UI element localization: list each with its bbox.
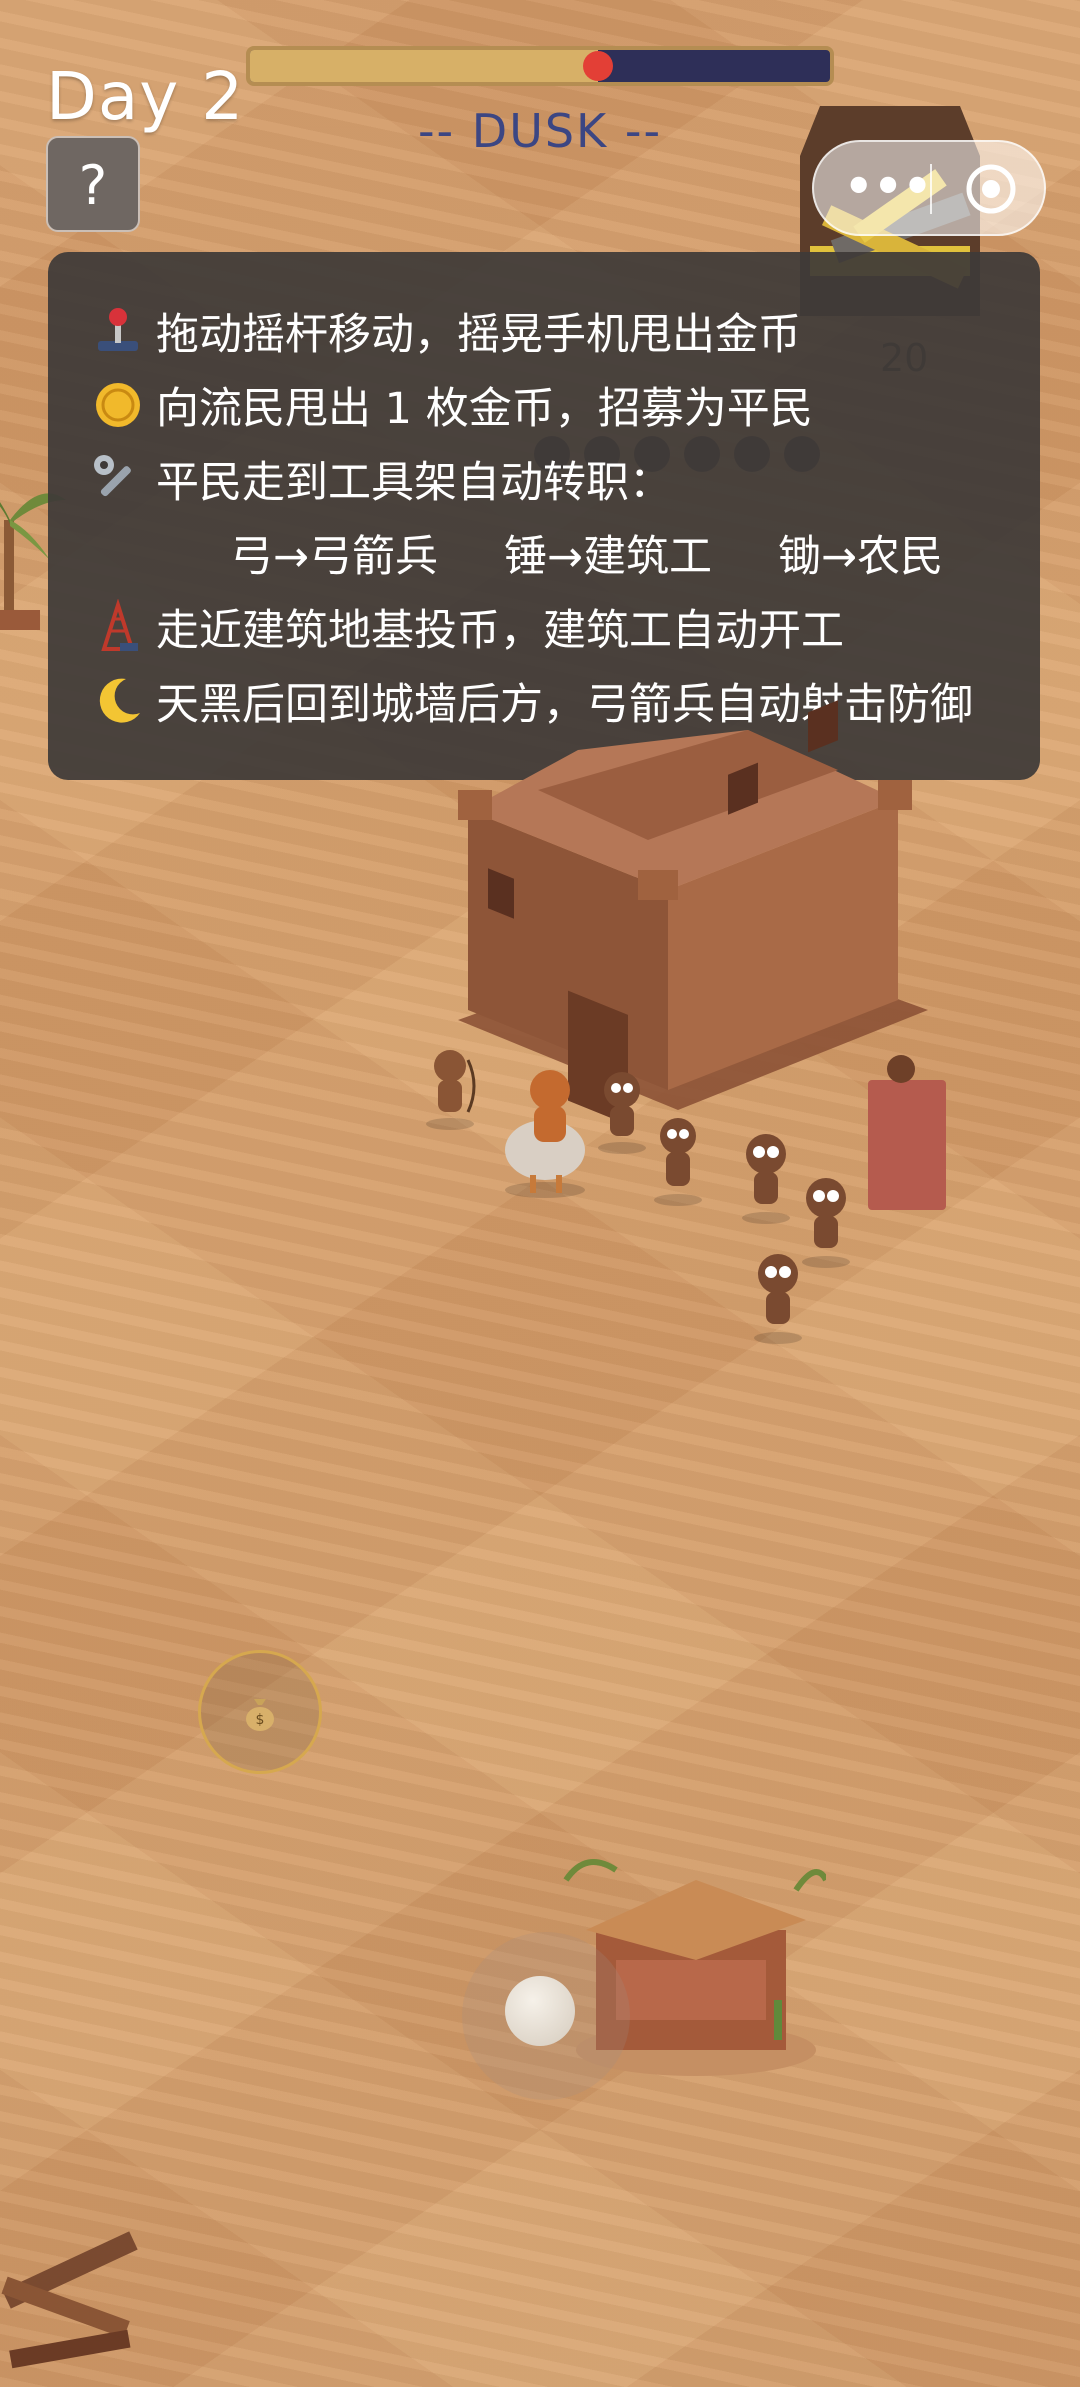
throw-coin-button[interactable]: $ — [198, 1650, 322, 1774]
joystick-knob[interactable] — [505, 1976, 575, 2046]
close-target-icon[interactable] — [964, 162, 1018, 216]
tutorial-line: 平民走到工具架自动转职： — [90, 442, 1040, 516]
mini-program-capsule: ••• — [812, 140, 1046, 236]
villager-unit[interactable] — [736, 1124, 796, 1224]
archer-unit[interactable] — [420, 1040, 480, 1130]
tutorial-line: 拖动摇杆移动，摇晃手机甩出金币 — [90, 294, 1040, 368]
day-counter: Day 2 — [46, 58, 245, 135]
job-mapping-row: 弓→弓箭兵 锤→建筑工 锄→农民 — [90, 516, 1040, 590]
build-site-marker[interactable] — [868, 1080, 946, 1210]
tutorial-line: 走近建筑地基投币，建筑工自动开工 — [90, 590, 1040, 664]
help-button[interactable]: ? — [46, 136, 140, 232]
archer-unit[interactable] — [876, 1044, 926, 1094]
wood-debris — [1, 2231, 138, 2369]
more-menu-icon[interactable]: ••• — [844, 163, 932, 210]
tutorial-text: 走近建筑地基投币，建筑工自动开工 — [156, 606, 844, 656]
job-mapping-farmer: 锄→农民 — [778, 532, 944, 582]
tutorial-text: 拖动摇杆移动，摇晃手机甩出金币 — [156, 310, 801, 360]
chicken-mount-leader[interactable] — [490, 1050, 600, 1200]
villager-unit[interactable] — [648, 1106, 708, 1206]
day-night-progress-bar — [246, 46, 834, 86]
phase-label: -- DUSK -- — [417, 104, 663, 158]
job-mapping-archer: 弓→弓箭兵 — [230, 532, 439, 582]
villager-unit[interactable] — [748, 1244, 808, 1344]
svg-text:$: $ — [256, 1712, 265, 1728]
moon-icon — [99, 678, 140, 723]
tutorial-line: 向流民甩出 1 枚金币，招募为平民 — [90, 368, 1040, 442]
oil-derrick-icon — [101, 599, 138, 651]
joystick-icon — [98, 308, 138, 351]
time-marker — [583, 51, 613, 81]
job-mapping-builder: 锤→建筑工 — [504, 532, 713, 582]
tutorial-text: 平民走到工具架自动转职： — [156, 458, 672, 508]
wrench-icon — [94, 455, 131, 497]
tutorial-text: 向流民甩出 1 枚金币，招募为平民 — [156, 384, 813, 434]
day-progress-fill — [250, 50, 598, 82]
villager-unit[interactable] — [592, 1064, 652, 1154]
money-bag-icon: $ — [246, 1699, 274, 1731]
capsule-divider — [930, 164, 932, 214]
coin-icon — [96, 383, 140, 427]
